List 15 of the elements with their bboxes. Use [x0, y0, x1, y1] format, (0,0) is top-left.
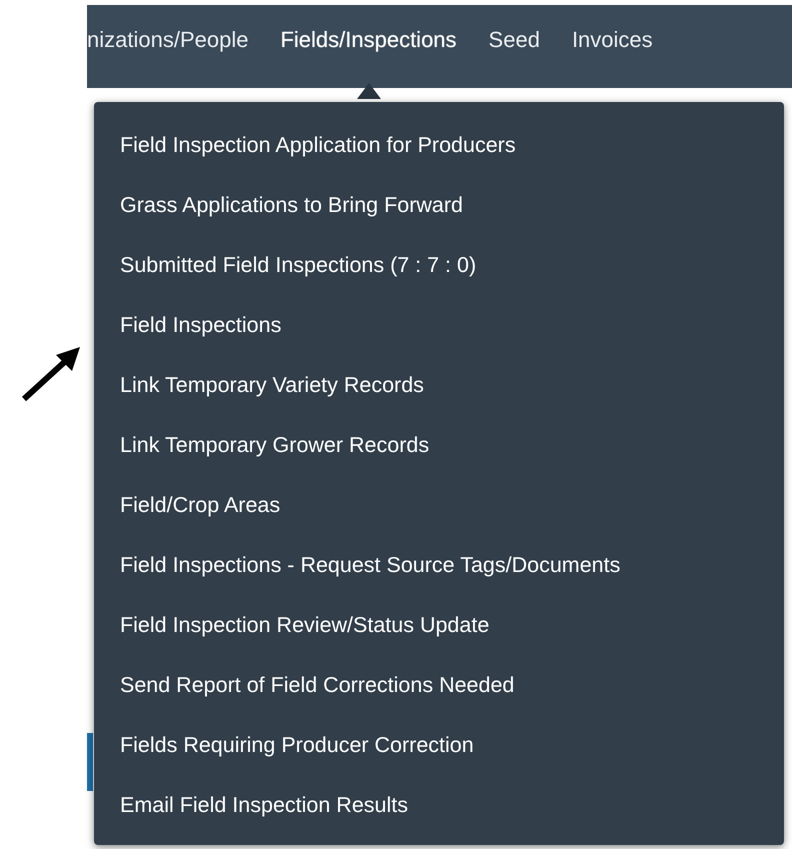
- nav-link[interactable]: Invoices: [572, 27, 653, 99]
- menu-item[interactable]: Fields Requiring Producer Correction: [94, 715, 482, 775]
- menu-item[interactable]: Link Temporary Variety Records: [94, 355, 432, 415]
- menu-item[interactable]: Link Temporary Grower Records: [94, 415, 438, 475]
- menu-item[interactable]: Field Inspections - Request Source Tags/Documents: [94, 535, 628, 595]
- menu-item[interactable]: Field Inspection Application for Producers: [94, 115, 524, 175]
- menu-item[interactable]: Field Inspection Review/Status Update: [94, 595, 498, 655]
- menu-item[interactable]: Grass Applications to Bring Forward: [94, 175, 471, 235]
- menu-item[interactable]: Submitted Field Inspections (7 : 7 : 0): [94, 235, 484, 295]
- menu-item[interactable]: Email Field Inspection Results: [94, 775, 416, 835]
- menu-item[interactable]: Send Report of Field Corrections Needed: [94, 655, 522, 715]
- menu-item[interactable]: Field/Crop Areas: [94, 475, 288, 535]
- nav-link[interactable]: nizations/People: [87, 27, 248, 99]
- nav-link[interactable]: Seed: [488, 27, 540, 99]
- menu-item[interactable]: Field Inspections: [94, 295, 290, 355]
